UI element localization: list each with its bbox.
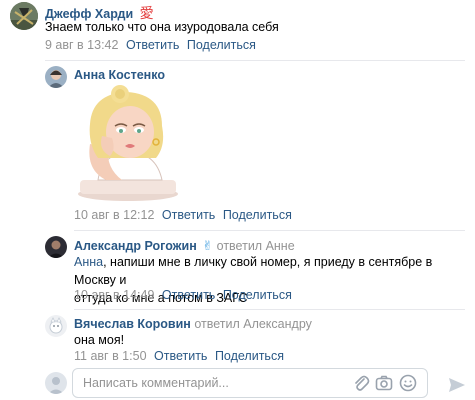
comment-text-line1: , напиши мне в личку свой номер, я приед… [74,255,433,287]
sticker-image [76,84,180,202]
avatar[interactable] [10,2,38,30]
send-icon[interactable] [446,374,468,396]
comment-meta: 11 авг в 1:50 Ответить Поделиться [74,349,284,363]
camera-icon[interactable] [374,373,394,393]
comment-input[interactable]: Написать комментарий... [72,368,428,398]
comment-meta: 10 авг в 14:49 Ответить Поделиться [74,288,292,302]
current-user-avatar[interactable] [45,372,67,394]
share-button[interactable]: Поделиться [223,208,292,222]
comment-date[interactable]: 10 авг в 14:49 [74,288,154,302]
avatar[interactable] [45,315,67,337]
author-name[interactable]: Александр Рогожин [74,239,197,253]
divider [74,309,465,310]
reply-to-label[interactable]: ответил Александру [194,317,312,331]
reply-button[interactable]: Ответить [162,208,215,222]
mention-link[interactable]: Анна [74,255,103,269]
comment-date[interactable]: 10 авг в 12:12 [74,208,154,222]
comment-input-placeholder: Написать комментарий... [83,376,229,390]
comment-composer: Написать комментарий... [0,366,475,400]
comment-meta: 9 авг в 13:42 Ответить Поделиться [45,38,256,52]
comment-date[interactable]: 11 авг в 1:50 [74,349,147,363]
attach-icon[interactable] [351,373,371,393]
share-button[interactable]: Поделиться [223,288,292,302]
reply-to-label[interactable]: ответил Анне [217,239,295,253]
comment-text: она моя! [74,333,125,347]
author-name[interactable]: Вячеслав Коровин [74,317,191,331]
reply-button[interactable]: Ответить [126,38,179,52]
avatar[interactable] [45,236,67,258]
share-button[interactable]: Поделиться [215,349,284,363]
share-button[interactable]: Поделиться [187,38,256,52]
emoji-icon[interactable] [398,373,418,393]
victory-hand-icon: ✌ [202,238,214,253]
divider [45,60,465,61]
author-name[interactable]: Анна Костенко [74,68,165,82]
divider [74,230,465,231]
comment-date[interactable]: 9 авг в 13:42 [45,38,118,52]
comment-meta: 10 авг в 12:12 Ответить Поделиться [74,208,292,222]
reply-button[interactable]: Ответить [162,288,215,302]
avatar[interactable] [45,66,67,88]
reply-button[interactable]: Ответить [154,349,207,363]
comment-text: Знаем только что она изуродовала себя [45,20,279,34]
